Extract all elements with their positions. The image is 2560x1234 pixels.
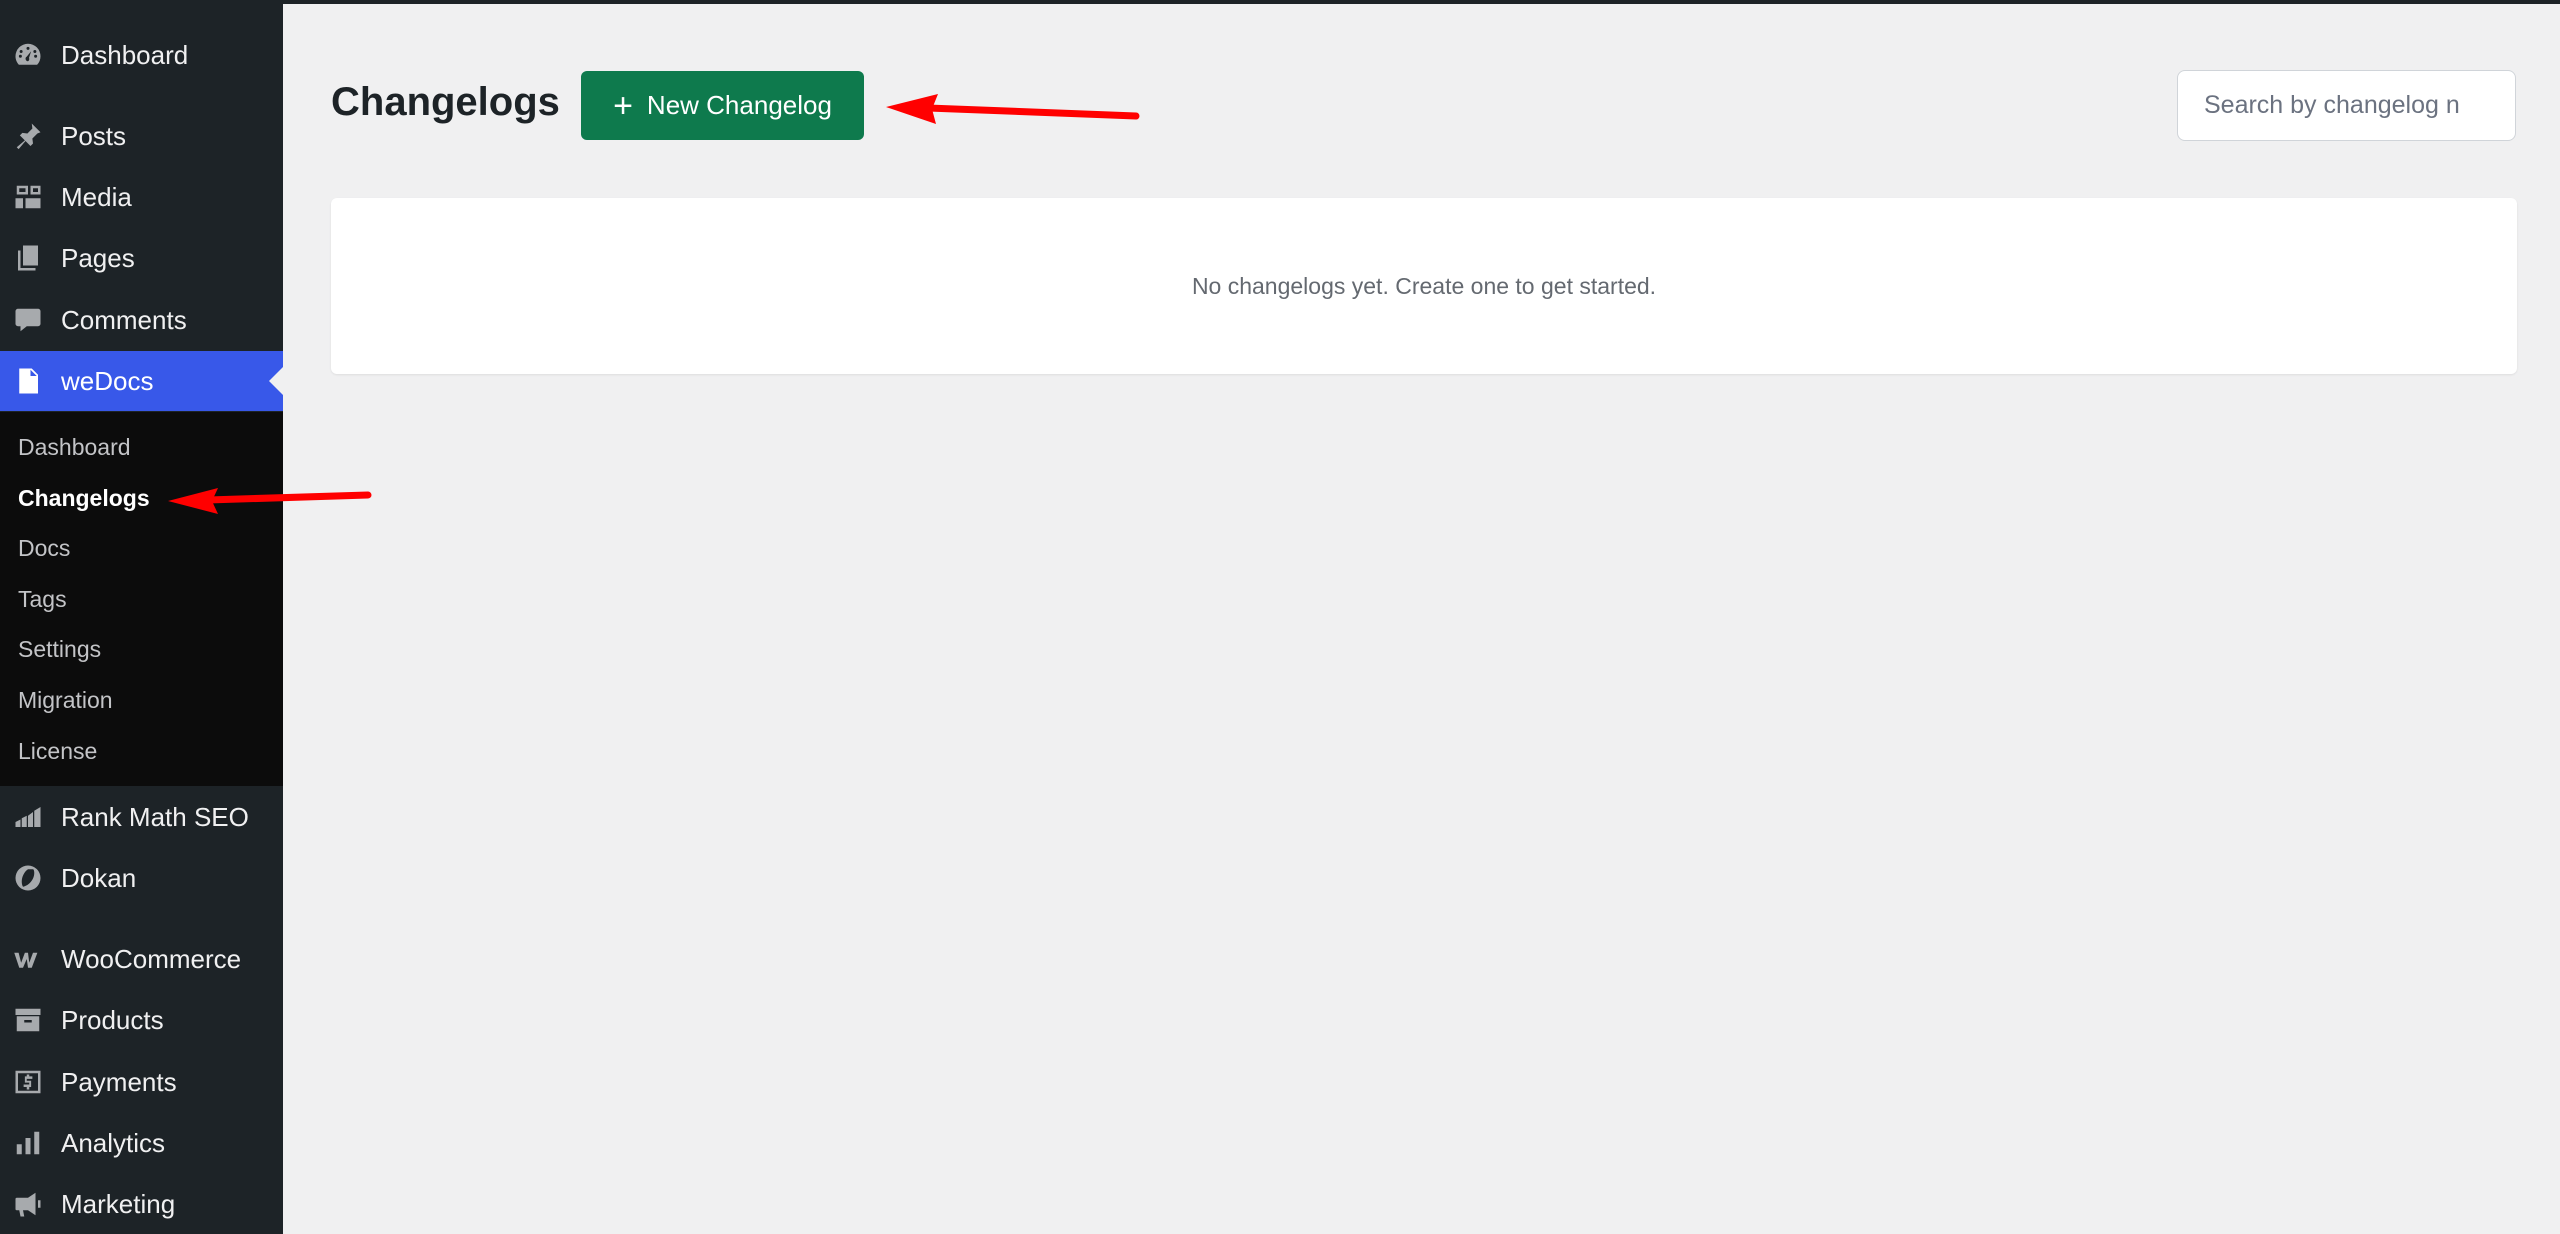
menu-label: Payments xyxy=(61,1066,177,1097)
menu-label: Comments xyxy=(61,304,187,335)
menu-item-posts[interactable]: Posts xyxy=(0,106,283,166)
menu-label: weDocs xyxy=(61,365,154,396)
pages-icon xyxy=(12,242,44,274)
woocommerce-icon xyxy=(12,943,44,975)
changelog-list-panel: No changelogs yet. Create one to get sta… xyxy=(331,198,2517,374)
menu-label: Dashboard xyxy=(61,39,189,70)
admin-top-bar xyxy=(0,0,2560,4)
submenu-dashboard[interactable]: Dashboard xyxy=(18,434,131,461)
menu-label: Analytics xyxy=(61,1127,166,1158)
menu-item-woocommerce[interactable]: WooCommerce xyxy=(0,929,283,989)
menu-label: Rank Math SEO xyxy=(61,801,249,832)
menu-item-products[interactable]: Products xyxy=(0,990,283,1050)
menu-label: Pages xyxy=(61,242,135,273)
search-input[interactable] xyxy=(2177,70,2516,141)
bar-chart-icon xyxy=(12,1127,44,1159)
menu-item-dashboard[interactable]: Dashboard xyxy=(0,25,283,85)
menu-item-dokan[interactable]: Dokan xyxy=(0,848,283,908)
dokan-icon xyxy=(12,862,44,894)
annotation-arrow-button xyxy=(886,94,1140,124)
menu-label: Posts xyxy=(61,120,127,151)
rank-math-icon xyxy=(12,801,44,833)
menu-label: Media xyxy=(61,181,132,212)
submenu-changelogs[interactable]: Changelogs xyxy=(18,485,150,512)
pin-icon xyxy=(12,120,44,152)
megaphone-icon xyxy=(12,1188,44,1220)
archive-icon xyxy=(12,1004,44,1036)
new-changelog-label: New Changelog xyxy=(646,90,832,120)
menu-label: Marketing xyxy=(61,1188,176,1219)
menu-label: Products xyxy=(61,1004,164,1035)
submenu-migration[interactable]: Migration xyxy=(18,687,113,714)
new-changelog-button[interactable]: + New Changelog xyxy=(581,71,864,140)
dashboard-icon xyxy=(12,39,44,71)
document-icon xyxy=(12,365,44,397)
plus-icon: + xyxy=(613,86,633,125)
admin-sidebar: Dashboard Posts Media Pages Comments weD… xyxy=(0,0,283,1234)
menu-item-wedocs[interactable]: weDocs xyxy=(0,351,283,411)
menu-item-media[interactable]: Media xyxy=(0,167,283,227)
submenu-docs[interactable]: Docs xyxy=(18,535,70,562)
submenu-license[interactable]: License xyxy=(18,738,97,765)
menu-item-comments[interactable]: Comments xyxy=(0,290,283,350)
menu-item-analytics[interactable]: Analytics xyxy=(0,1113,283,1173)
annotation-arrow-changelogs xyxy=(168,488,372,514)
submenu-settings[interactable]: Settings xyxy=(18,636,101,663)
menu-item-payments[interactable]: Payments xyxy=(0,1052,283,1112)
menu-item-marketing[interactable]: Marketing xyxy=(0,1174,283,1234)
submenu-tags[interactable]: Tags xyxy=(18,586,67,613)
menu-label: WooCommerce xyxy=(61,943,242,974)
comment-icon xyxy=(12,304,44,336)
empty-state-message: No changelogs yet. Create one to get sta… xyxy=(1191,272,1657,299)
menu-label: Dokan xyxy=(61,862,137,893)
page-title: Changelogs xyxy=(331,80,560,124)
media-icon xyxy=(12,181,44,213)
menu-item-rank-math-seo[interactable]: Rank Math SEO xyxy=(0,787,283,847)
menu-item-pages[interactable]: Pages xyxy=(0,228,283,288)
wedocs-submenu: Dashboard Changelogs Docs Tags Settings … xyxy=(0,412,283,786)
dollar-icon xyxy=(12,1066,44,1098)
